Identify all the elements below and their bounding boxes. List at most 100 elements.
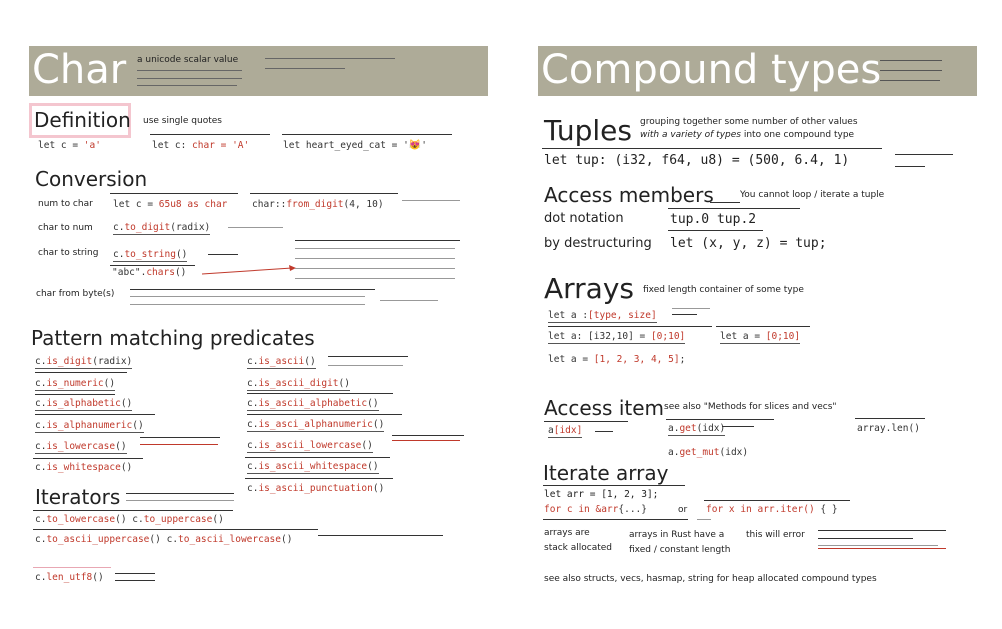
predicate-item: c.is_numeric() <box>35 378 116 391</box>
predicate-item: c.is_ascii_alphabetic() <box>247 398 379 411</box>
decor-line <box>672 314 697 315</box>
decor-line <box>265 68 345 69</box>
fixed-note-2: fixed / constant length <box>629 545 731 555</box>
iterate-code-2: for c in &arr{...} <box>544 504 647 515</box>
len-utf8-code: c.len_utf8() <box>35 572 104 583</box>
pattern-heading: Pattern matching predicates <box>31 326 315 350</box>
decor-line <box>295 278 455 279</box>
decor-line <box>543 519 688 520</box>
decor-line <box>126 500 234 501</box>
access-members-heading: Access members <box>544 183 714 207</box>
tuples-heading: Tuples <box>544 114 632 147</box>
get-mut-code: a.get_mut(idx) <box>668 447 749 458</box>
decor-line <box>33 529 318 530</box>
decor-line <box>880 70 942 71</box>
iterator-row-2: c.to_ascii_uppercase() c.to_ascii_lowerc… <box>35 534 293 545</box>
decor-line <box>295 240 460 241</box>
array-decl-literal: let a = [1, 2, 3, 4, 5]; <box>548 354 686 365</box>
decor-line <box>140 444 218 445</box>
predicate-item: c.is_asci_alphanumeric() <box>247 419 385 432</box>
decor-line <box>295 268 455 269</box>
decor-line <box>818 545 938 546</box>
access-item-note: see also "Methods for slices and vecs" <box>664 402 837 412</box>
decor-line <box>666 419 774 420</box>
decor-line <box>247 393 393 394</box>
tuple-code: let tup: (i32, f64, u8) = (500, 6.4, 1) <box>544 153 850 168</box>
decor-line <box>295 258 455 259</box>
decor-line <box>697 519 711 520</box>
predicate-item: c.is_ascii() <box>247 356 316 369</box>
decor-line <box>710 202 740 203</box>
to-digit-code: c.to_digit(radix) <box>113 222 211 235</box>
decor-line <box>880 80 940 81</box>
iterate-array-heading: Iterate array <box>543 461 669 485</box>
decor-line <box>818 530 946 531</box>
decor-line <box>672 308 710 309</box>
decor-line <box>35 372 127 373</box>
decor-line <box>137 78 242 79</box>
destructuring-label: by destructuring <box>544 236 652 251</box>
conversion-heading: Conversion <box>35 167 148 191</box>
predicate-item: c.is_digit(radix) <box>35 356 133 369</box>
predicate-item: c.is_alphabetic() <box>35 398 133 411</box>
num-to-char-code: let c = 65u8 as char <box>113 199 228 210</box>
predicate-item: c.is_alphanumeric() <box>35 420 144 433</box>
from-digit-code: char::from_digit(4, 10) <box>252 199 384 210</box>
decor-line <box>130 304 365 305</box>
decor-line <box>318 535 443 536</box>
iterators-heading: Iterators <box>35 485 121 509</box>
decor-line <box>130 296 365 297</box>
decor-line <box>35 394 115 395</box>
decor-line <box>542 148 882 149</box>
decor-line <box>35 414 155 415</box>
decor-line <box>247 414 402 415</box>
footer-note: see also structs, vecs, hasmap, string f… <box>544 574 877 584</box>
decor-line <box>137 70 242 71</box>
error-note: this will error <box>746 530 805 540</box>
access-note: You cannot loop / iterate a tuple <box>740 190 885 200</box>
decor-line <box>668 208 800 209</box>
decor-line <box>245 478 393 479</box>
definition-note: use single quotes <box>143 116 222 126</box>
decor-line <box>895 154 953 155</box>
decor-line <box>380 300 438 301</box>
char-to-string-label: char to string <box>38 248 99 258</box>
decor-line <box>328 356 408 357</box>
decor-line <box>115 580 155 581</box>
access-item-heading: Access item <box>544 396 665 420</box>
decor-line <box>595 431 613 432</box>
predicate-item: c.is_ascii_whitespace() <box>247 461 379 474</box>
decor-line <box>855 418 925 419</box>
definition-example-1: let c = 'a' <box>38 140 101 151</box>
decor-line <box>33 567 111 568</box>
decor-line <box>392 440 460 441</box>
decor-line <box>33 458 143 459</box>
or-label: or <box>678 505 688 515</box>
decor-line <box>543 485 685 486</box>
decor-line <box>295 248 455 249</box>
decor-line <box>110 265 195 266</box>
char-subtitle: a unicode scalar value <box>137 55 239 65</box>
index-access-code: a[idx] <box>548 425 583 438</box>
decor-line <box>282 134 452 135</box>
array-len-code: array.len() <box>857 423 920 434</box>
decor-line <box>328 365 403 366</box>
dot-notation-code: tup.0 tup.2 <box>670 212 757 227</box>
predicate-item: c.is_ascii_lowercase() <box>247 440 373 453</box>
array-decl-type: let a :[type, size] <box>548 310 657 323</box>
decor-line <box>402 200 460 201</box>
iterator-row-1: c.to_lowercase() c.to_uppercase() <box>35 514 224 525</box>
decor-line <box>818 538 913 539</box>
arrow-icon <box>201 265 296 275</box>
decor-line <box>228 227 283 228</box>
decor-line <box>115 573 155 574</box>
tuples-note-2: with a variety of types into one compoun… <box>640 130 855 140</box>
char-title: Char <box>32 47 127 93</box>
decor-line <box>716 326 810 327</box>
decor-line <box>392 435 464 436</box>
stack-note-1: arrays are <box>544 528 590 538</box>
dot-notation-label: dot notation <box>544 211 624 226</box>
decor-line <box>245 457 390 458</box>
decor-line <box>668 230 763 231</box>
iterate-code-3: for x in arr.iter() { } <box>706 504 838 515</box>
